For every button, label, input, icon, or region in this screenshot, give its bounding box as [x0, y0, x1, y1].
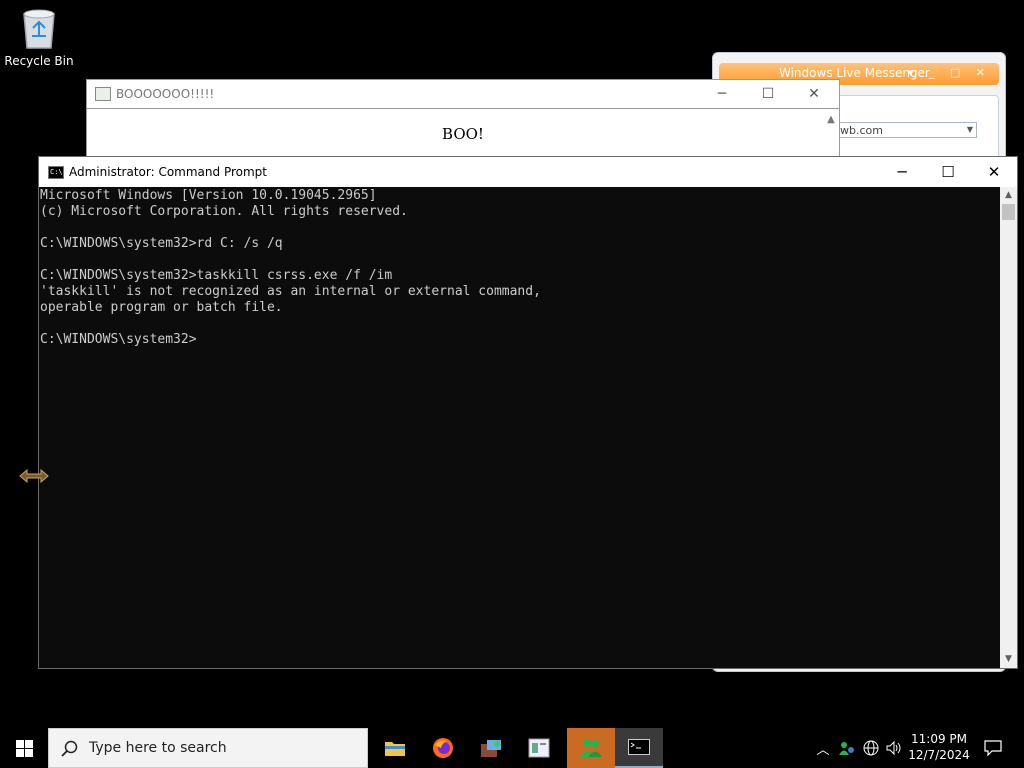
minimize-button[interactable]: ─: [879, 157, 925, 187]
boo-message: BOO!: [442, 125, 484, 143]
cmd-titlebar[interactable]: C:\ Administrator: Command Prompt ─ ☐ ✕: [39, 157, 1017, 187]
console-line: operable program or batch file.: [40, 300, 283, 315]
taskbar-command-prompt[interactable]: [615, 728, 663, 768]
search-icon: [61, 740, 78, 757]
notification-icon: [984, 740, 1002, 756]
console-output[interactable]: Microsoft Windows [Version 10.0.19045.29…: [39, 187, 1000, 668]
vertical-scrollbar[interactable]: ▲ ▼: [1000, 187, 1017, 668]
boo-titlebar[interactable]: BOOOOOOO!!!!! ─ ☐ ✕: [87, 80, 839, 109]
console-line: C:\WINDOWS\system32>taskkill csrss.exe /…: [40, 268, 393, 283]
network-icon[interactable]: [861, 728, 881, 768]
scroll-up-icon[interactable]: ▲: [1000, 187, 1017, 204]
scroll-down-icon[interactable]: ▼: [1000, 651, 1017, 668]
taskbar-windows-live-messenger[interactable]: [567, 728, 615, 768]
app-window-icon: [95, 87, 111, 101]
messenger-address-field[interactable]: wb.com: [837, 122, 977, 138]
package-icon: [481, 740, 501, 757]
globe-icon: [863, 740, 879, 756]
volume-icon[interactable]: [884, 728, 904, 768]
system-clock[interactable]: 11:09 PM 12/7/2024: [906, 731, 972, 763]
messenger-status-icon: [839, 742, 854, 755]
cmd-title: Administrator: Command Prompt: [69, 165, 267, 179]
cmd-icon: [628, 739, 650, 755]
messenger-tray-icon[interactable]: [837, 728, 857, 768]
chevron-up-icon[interactable]: ︿: [814, 728, 832, 768]
recycle-bin-graphic: [23, 9, 55, 49]
taskbar: Type here to search ︿ 11:09 PM 12/7/2024: [0, 728, 1024, 768]
close-button[interactable]: ✕: [971, 157, 1017, 187]
resize-cursor-icon: [19, 469, 49, 483]
clock-date: 12/7/2024: [908, 748, 970, 762]
cmd-icon: C:\: [48, 166, 64, 179]
chevron-down-icon[interactable]: ▼: [963, 123, 977, 137]
folder-icon: [385, 742, 405, 756]
console-line: C:\WINDOWS\system32>rd C: /s /q: [40, 236, 283, 251]
start-button[interactable]: [0, 728, 48, 768]
taskbar-notepad-app[interactable]: [515, 728, 563, 768]
search-placeholder: Type here to search: [89, 740, 227, 756]
maximize-button[interactable]: ☐: [745, 80, 791, 108]
search-box[interactable]: Type here to search: [48, 728, 368, 768]
messenger-buddies-icon: [580, 739, 602, 757]
close-button[interactable]: ✕: [791, 80, 837, 108]
windows-logo-icon: [15, 739, 33, 757]
console-line: Microsoft Windows [Version 10.0.19045.29…: [40, 188, 377, 203]
messenger-window-controls[interactable]: ▾ _ □ ✕: [908, 66, 991, 79]
boo-window-title: BOOOOOOO!!!!!: [116, 87, 215, 101]
command-prompt-window[interactable]: C:\ Administrator: Command Prompt ─ ☐ ✕ …: [38, 156, 1018, 669]
recycle-bin-label: Recycle Bin: [4, 54, 74, 68]
scrollbar-thumb[interactable]: [1002, 204, 1015, 220]
firefox-icon: [433, 738, 453, 758]
console-line: 'taskkill' is not recognized as an inter…: [40, 284, 541, 299]
console-line: C:\WINDOWS\system32>: [40, 332, 197, 347]
scroll-up-icon[interactable]: ▲: [823, 109, 839, 159]
taskbar-file-explorer[interactable]: [371, 728, 419, 768]
maximize-button[interactable]: ☐: [925, 157, 971, 187]
taskbar-firefox[interactable]: [419, 728, 467, 768]
console-line: (c) Microsoft Corporation. All rights re…: [40, 204, 408, 219]
taskbar-package-app[interactable]: [467, 728, 515, 768]
notification-center-button[interactable]: [978, 728, 1008, 768]
speaker-icon: [886, 741, 901, 755]
minimize-button[interactable]: ─: [699, 80, 745, 108]
clock-time: 11:09 PM: [911, 732, 967, 746]
window-app-icon: [528, 738, 550, 758]
recycle-bin-icon[interactable]: Recycle Bin: [4, 6, 74, 68]
